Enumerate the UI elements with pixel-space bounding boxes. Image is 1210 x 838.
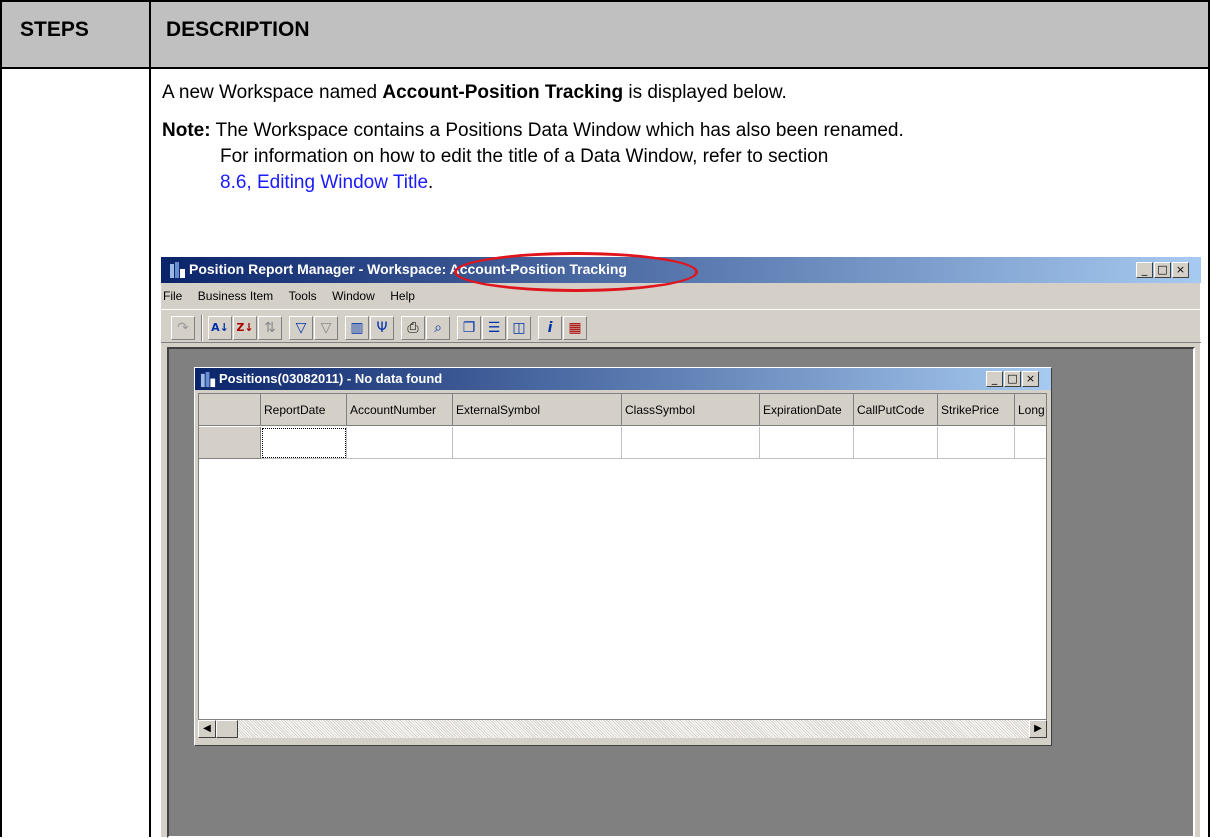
clear-sort-icon[interactable]: ⇅ bbox=[258, 316, 282, 340]
table-column-divider bbox=[149, 0, 151, 837]
section-link[interactable]: 8.6, Editing Window Title bbox=[220, 172, 428, 193]
data-grid: ReportDate AccountNumber ExternalSymbol … bbox=[198, 393, 1047, 720]
grid-cell[interactable] bbox=[854, 427, 938, 459]
note-end: . bbox=[428, 172, 434, 193]
redo-icon[interactable]: ↷ bbox=[171, 316, 195, 340]
column-header[interactable]: ExternalSymbol bbox=[453, 394, 622, 426]
menu-help[interactable]: Help bbox=[390, 285, 415, 307]
find-icon[interactable]: ⌕ bbox=[426, 316, 450, 340]
clear-filter-icon[interactable]: ▽ bbox=[314, 316, 338, 340]
note-line2: For information on how to edit the title… bbox=[220, 146, 829, 167]
grid-cell[interactable] bbox=[347, 427, 453, 459]
app-window: Position Report Manager - Workspace: Acc… bbox=[160, 252, 1201, 838]
note-paragraph: Note: The Workspace contains a Positions… bbox=[162, 118, 1202, 196]
data-window-minimize-button[interactable]: _ bbox=[986, 371, 1003, 387]
data-window-close-button[interactable]: × bbox=[1022, 371, 1039, 387]
column-header[interactable]: CallPutCode bbox=[854, 394, 938, 426]
data-window-icon bbox=[200, 371, 216, 388]
intro-suffix: is displayed below. bbox=[623, 82, 787, 103]
menu-business-item[interactable]: Business Item bbox=[198, 285, 273, 307]
row-header[interactable] bbox=[199, 427, 261, 459]
workspace-name: Account-Position Tracking bbox=[382, 82, 624, 103]
column-header[interactable]: Long bbox=[1015, 394, 1046, 426]
app-logo-icon bbox=[170, 262, 185, 278]
scroll-thumb[interactable] bbox=[216, 720, 238, 738]
description-header: DESCRIPTION bbox=[166, 18, 310, 41]
grid-cell[interactable] bbox=[938, 427, 1015, 459]
note-line1: The Workspace contains a Positions Data … bbox=[215, 120, 904, 141]
menu-bar: File Business Item Tools Window Help bbox=[161, 285, 1201, 307]
grid-cell[interactable] bbox=[1015, 427, 1046, 459]
column-header[interactable]: ExpirationDate bbox=[760, 394, 854, 426]
column-header[interactable]: ReportDate bbox=[261, 394, 347, 426]
positions-data-window: Positions(03082011) - No data found _ □ … bbox=[194, 367, 1052, 746]
horizontal-scrollbar[interactable]: ◀ ▶ bbox=[198, 720, 1047, 738]
column-header[interactable]: ClassSymbol bbox=[622, 394, 760, 426]
data-window-titlebar[interactable]: Positions(03082011) - No data found _ □ … bbox=[195, 368, 1051, 390]
grid-cell[interactable] bbox=[622, 427, 760, 459]
scroll-left-icon[interactable]: ◀ bbox=[198, 720, 216, 738]
data-window-maximize-button[interactable]: □ bbox=[1004, 371, 1021, 387]
pivot-icon[interactable]: Ψ bbox=[370, 316, 394, 340]
info-icon[interactable]: i bbox=[538, 316, 562, 340]
steps-header: STEPS bbox=[20, 18, 89, 41]
minimize-button[interactable]: _ bbox=[1136, 262, 1153, 278]
table-left-border bbox=[0, 0, 2, 837]
intro-paragraph: A new Workspace named Account-Position T… bbox=[162, 80, 1202, 106]
tile-horizontal-icon[interactable]: ☰ bbox=[482, 316, 506, 340]
scroll-right-icon[interactable]: ▶ bbox=[1029, 720, 1047, 738]
toolbar-separator bbox=[201, 315, 203, 341]
sort-descending-icon[interactable]: Z↓ bbox=[233, 316, 257, 340]
sort-ascending-icon[interactable]: A↓ bbox=[208, 316, 232, 340]
column-header[interactable]: StrikePrice bbox=[938, 394, 1015, 426]
intro-prefix: A new Workspace named bbox=[162, 82, 383, 103]
maximize-button[interactable]: □ bbox=[1154, 262, 1171, 278]
toolbar: ↷ A↓ Z↓ ⇅ ▽ ▽ ▥ Ψ ⎙ ⌕ ❐ ☰ ◫ i ▦ bbox=[161, 309, 1201, 343]
columns-icon[interactable]: ▥ bbox=[345, 316, 369, 340]
column-header[interactable]: AccountNumber bbox=[347, 394, 453, 426]
menu-file[interactable]: File bbox=[163, 285, 182, 307]
grid-cell[interactable] bbox=[760, 427, 854, 459]
close-button[interactable]: × bbox=[1172, 262, 1189, 278]
menu-window[interactable]: Window bbox=[332, 285, 375, 307]
tile-cascade-icon[interactable]: ❐ bbox=[457, 316, 481, 340]
menu-tools[interactable]: Tools bbox=[289, 285, 317, 307]
tile-vertical-icon[interactable]: ◫ bbox=[507, 316, 531, 340]
note-label: Note: bbox=[162, 120, 211, 141]
grid-corner[interactable] bbox=[199, 394, 261, 426]
data-window-title: Positions(03082011) - No data found bbox=[219, 371, 443, 386]
focused-cell[interactable] bbox=[262, 428, 346, 458]
print-icon[interactable]: ⎙ bbox=[401, 316, 425, 340]
grid-settings-icon[interactable]: ▦ bbox=[563, 316, 587, 340]
grid-cell[interactable] bbox=[453, 427, 622, 459]
filter-icon[interactable]: ▽ bbox=[289, 316, 313, 340]
